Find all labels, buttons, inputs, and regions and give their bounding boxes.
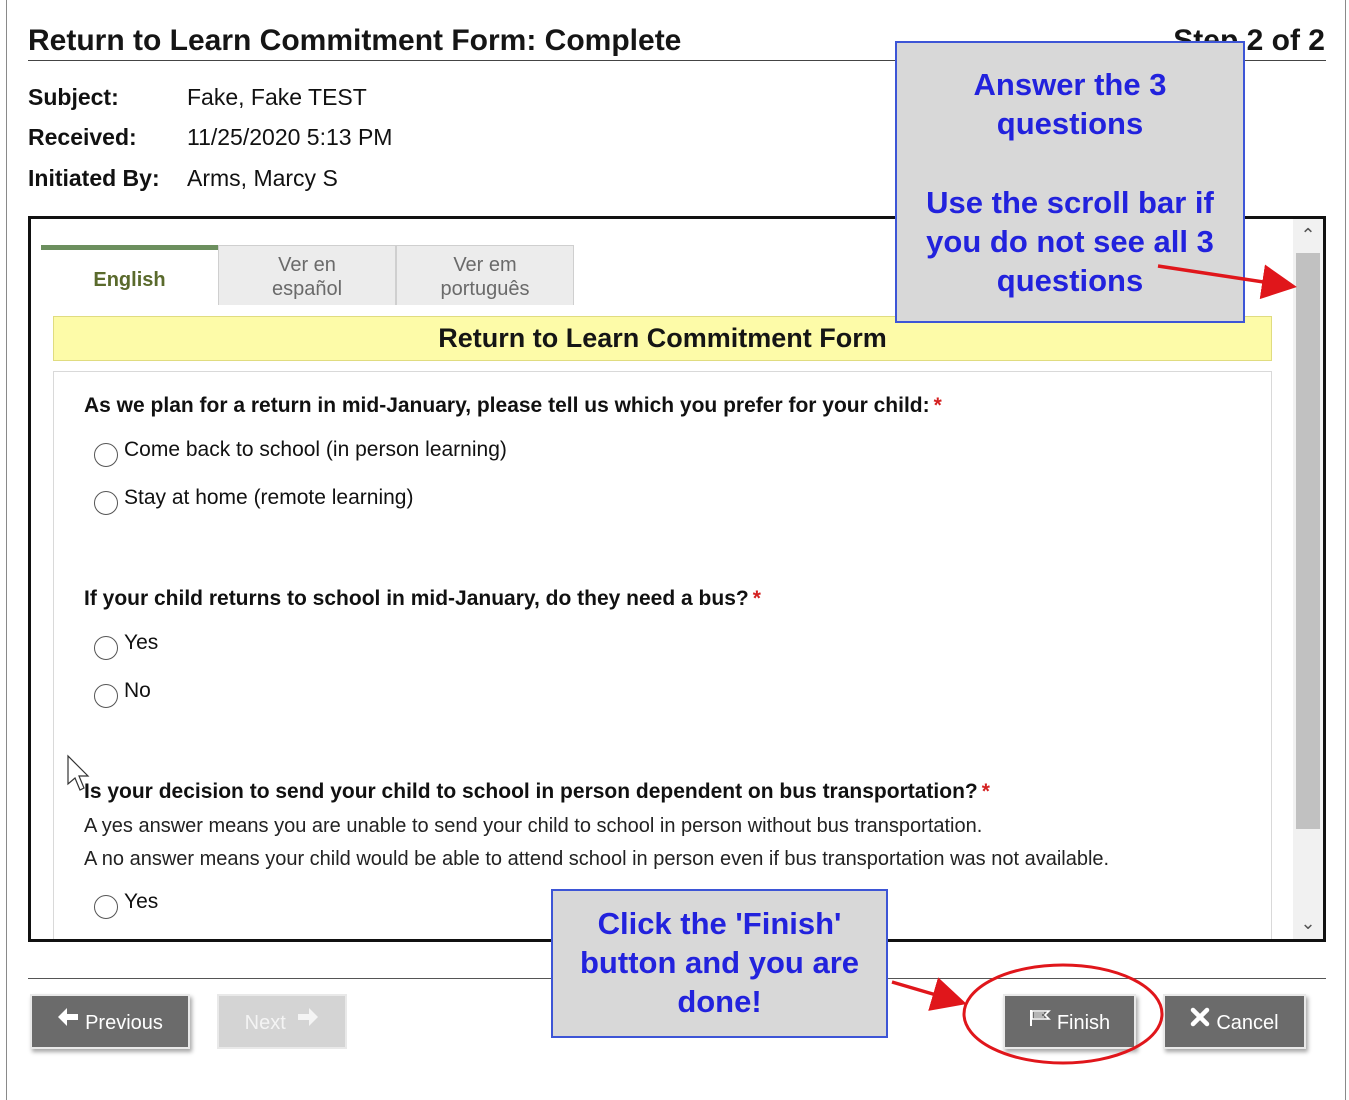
cancel-button[interactable]: Cancel bbox=[1163, 994, 1306, 1049]
flag-icon bbox=[1029, 994, 1051, 1049]
question-3: Is your decision to send your child to s… bbox=[84, 780, 990, 804]
q3-option-yes[interactable]: Yes bbox=[94, 890, 159, 920]
radio-button[interactable] bbox=[94, 684, 118, 709]
radio-button[interactable] bbox=[94, 636, 118, 661]
radio-button[interactable] bbox=[94, 491, 118, 516]
option-label: Yes bbox=[124, 631, 159, 655]
form-body: As we plan for a return in mid-January, … bbox=[53, 371, 1272, 939]
finish-pointer-arrow bbox=[891, 977, 967, 1011]
radio-button[interactable] bbox=[94, 895, 118, 920]
tab-label: Ver em bbox=[453, 254, 517, 276]
button-label: Finish bbox=[1056, 1012, 1111, 1034]
button-label: Cancel bbox=[1216, 1012, 1279, 1034]
callout-line: questions bbox=[996, 263, 1144, 298]
radio-button[interactable] bbox=[94, 443, 118, 468]
chevron-down-icon[interactable]: ⌄ bbox=[1293, 911, 1323, 935]
question-text: Is your decision to send your child to s… bbox=[84, 780, 978, 803]
arrow-right-icon bbox=[297, 994, 319, 1049]
meta-label: Initiated By: bbox=[28, 165, 160, 191]
question-3-help: A yes answer means you are unable to sen… bbox=[84, 815, 983, 837]
callout-line: button and you are bbox=[580, 945, 859, 980]
tab-label: English bbox=[93, 269, 166, 291]
scroll-thumb[interactable] bbox=[1296, 253, 1320, 829]
chevron-up-icon[interactable]: ⌃ bbox=[1293, 223, 1323, 247]
question-3-help: A no answer means your child would be ab… bbox=[84, 848, 1110, 870]
q2-option-yes[interactable]: Yes bbox=[94, 631, 159, 661]
meta-label: Subject: bbox=[28, 84, 119, 110]
question-text: As we plan for a return in mid-January, … bbox=[84, 394, 930, 417]
meta-value: 11/25/2020 5:13 PM bbox=[187, 124, 393, 150]
callout-line: questions bbox=[996, 106, 1144, 141]
page-border-left bbox=[6, 0, 7, 1100]
callout-line: you do not see all 3 bbox=[926, 224, 1214, 259]
close-icon bbox=[1190, 994, 1210, 1049]
page-title: Return to Learn Commitment Form: Complet… bbox=[28, 24, 682, 57]
next-button[interactable]: Next bbox=[217, 994, 347, 1049]
meta-value: Arms, Marcy S bbox=[187, 165, 338, 191]
scrollbar[interactable]: ⌃ ⌄ bbox=[1293, 219, 1323, 939]
question-text: If your child returns to school in mid-J… bbox=[84, 587, 749, 610]
instruction-callout-bottom: Click the 'Finish' button and you are do… bbox=[551, 889, 888, 1038]
tab-label: español bbox=[271, 278, 343, 300]
option-label: Yes bbox=[124, 890, 159, 914]
instruction-callout-top: Answer the 3 questions Use the scroll ba… bbox=[895, 41, 1245, 323]
required-marker: * bbox=[752, 587, 761, 610]
option-label: Stay at home (remote learning) bbox=[124, 486, 414, 510]
question-2: If your child returns to school in mid-J… bbox=[84, 587, 761, 611]
form-frame: English Ver en español Ver em português … bbox=[28, 216, 1326, 942]
arrow-left-icon bbox=[57, 994, 79, 1049]
callout-line: Use the scroll bar if bbox=[926, 185, 1214, 220]
button-label: Previous bbox=[85, 1012, 163, 1034]
button-label: Next bbox=[244, 1012, 286, 1034]
tab-label: Ver en bbox=[278, 254, 336, 276]
required-marker: * bbox=[981, 780, 990, 803]
callout-line: Answer the 3 bbox=[973, 67, 1167, 102]
tab-spanish[interactable]: Ver en español bbox=[218, 245, 396, 305]
meta-label: Received: bbox=[28, 124, 137, 150]
tab-english[interactable]: English bbox=[41, 245, 218, 305]
q1-option-remote[interactable]: Stay at home (remote learning) bbox=[94, 486, 414, 516]
meta-value: Fake, Fake TEST bbox=[187, 84, 367, 110]
previous-button[interactable]: Previous bbox=[30, 994, 190, 1049]
tab-label: português bbox=[440, 278, 530, 300]
option-label: Come back to school (in person learning) bbox=[124, 438, 507, 462]
tab-portuguese[interactable]: Ver em português bbox=[396, 245, 574, 305]
required-marker: * bbox=[933, 394, 942, 417]
q1-option-in-person[interactable]: Come back to school (in person learning) bbox=[94, 438, 507, 468]
finish-button[interactable]: Finish bbox=[1003, 994, 1136, 1049]
question-1: As we plan for a return in mid-January, … bbox=[84, 394, 942, 418]
option-label: No bbox=[124, 679, 151, 703]
callout-line: Click the 'Finish' bbox=[597, 906, 842, 941]
page-border-right bbox=[1345, 0, 1346, 1100]
callout-line: done! bbox=[677, 984, 762, 1019]
q2-option-no[interactable]: No bbox=[94, 679, 151, 709]
